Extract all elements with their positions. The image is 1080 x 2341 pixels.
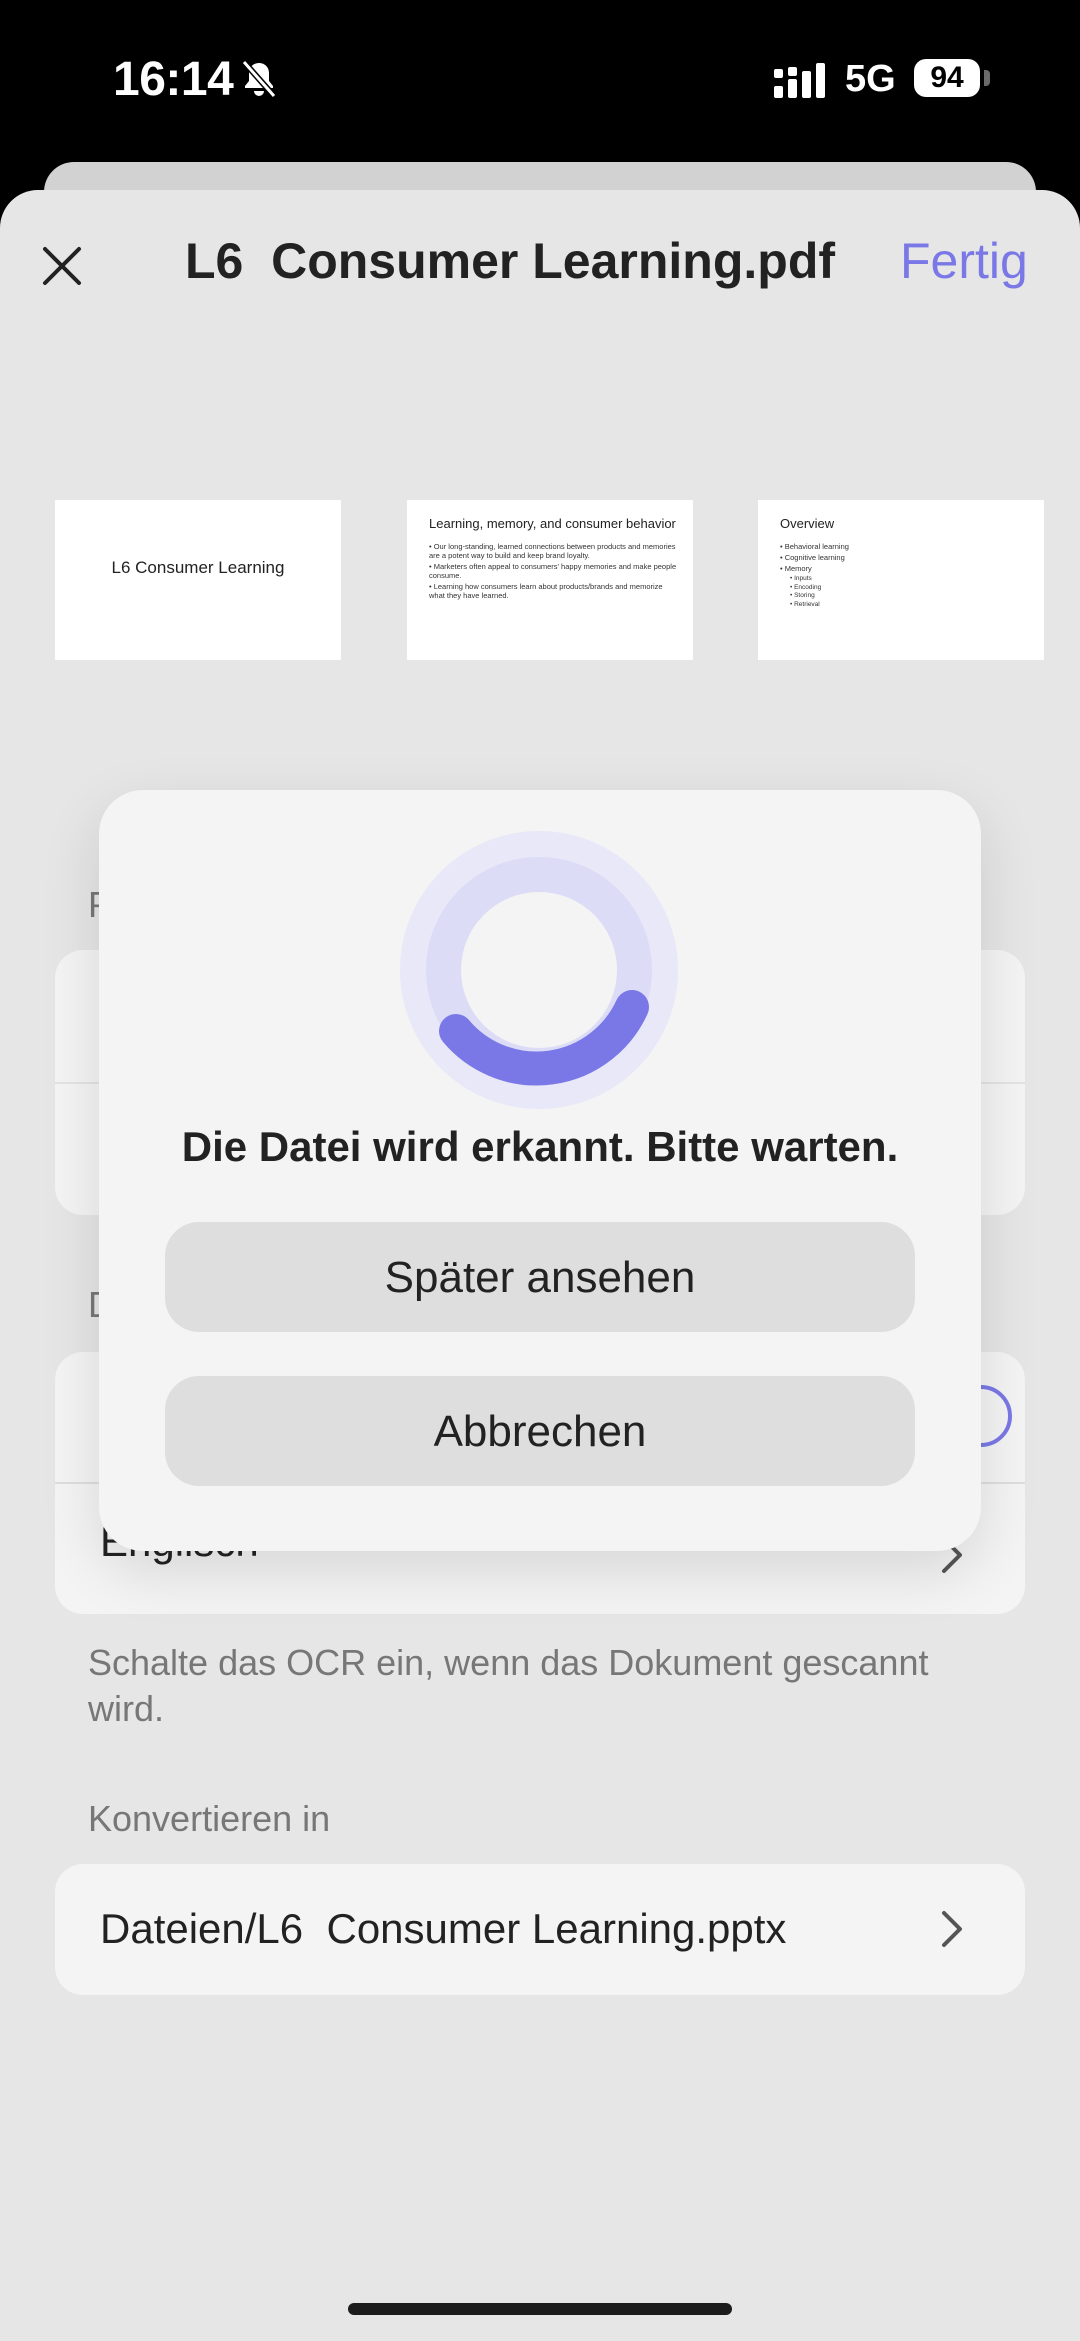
slide-sub-bullet: Encoding (780, 584, 1030, 592)
loading-spinner-icon (400, 831, 678, 1109)
cancel-button[interactable]: Abbrechen (165, 1376, 915, 1486)
slide-thumbnail-2[interactable]: Learning, memory, and consumer behavior … (407, 500, 693, 660)
signal-icon (774, 63, 825, 98)
convert-target-path: Dateien/L6 Consumer Learning.pptx (100, 1905, 787, 1952)
close-icon[interactable] (40, 244, 84, 288)
status-bar: 16:14 5G 94 (0, 0, 1080, 160)
chevron-right-icon (942, 1911, 962, 1947)
slide-sub-bullet: Storing (780, 592, 1030, 600)
page-title: L6 Consumer Learning.pdf (184, 233, 836, 289)
battery-indicator: 94 (914, 59, 980, 97)
done-button[interactable]: Fertig (900, 232, 1028, 290)
slide-bullet: Behavioral learning (780, 542, 1030, 551)
slide-title: Overview (780, 516, 835, 531)
slide-bullet: Our long-standing, learned connections b… (429, 542, 679, 560)
slide-title: L6 Consumer Learning (111, 558, 285, 577)
slide-bullet: Learning how consumers learn about produ… (429, 582, 679, 600)
slide-bullet: Marketers often appeal to consumers' hap… (429, 562, 679, 580)
convert-label: Konvertieren in (88, 1798, 331, 1839)
network-label: 5G (845, 58, 896, 100)
bell-slash-icon (241, 60, 277, 98)
slide-bullets: Behavioral learning Cognitive learning M… (780, 542, 1030, 609)
ocr-help-text: Schalte das OCR ein, wenn das Dokument g… (88, 1642, 929, 1729)
home-indicator[interactable] (348, 2303, 732, 2315)
slide-bullet: Cognitive learning (780, 553, 1030, 562)
view-later-button[interactable]: Später ansehen (165, 1222, 915, 1332)
slide-sub-bullet: Retrieval (780, 601, 1030, 609)
convert-target-row[interactable]: Dateien/L6 Consumer Learning.pptx (55, 1864, 1025, 1995)
battery-tip (984, 70, 990, 86)
slide-title: Learning, memory, and consumer behavior (429, 516, 676, 531)
slide-bullet: Memory (780, 564, 1030, 573)
slide-thumbnail-1[interactable]: L6 Consumer Learning (55, 500, 341, 660)
slide-thumbnail-3[interactable]: Overview Behavioral learning Cognitive l… (758, 500, 1044, 660)
recognition-dialog: Die Datei wird erkannt. Bitte warten. Sp… (99, 790, 981, 1551)
dialog-message: Die Datei wird erkannt. Bitte warten. (181, 1123, 899, 1170)
status-time: 16:14 (113, 53, 234, 106)
slide-bullets: Our long-standing, learned connections b… (429, 542, 679, 602)
slide-sub-bullet: Inputs (780, 575, 1030, 583)
